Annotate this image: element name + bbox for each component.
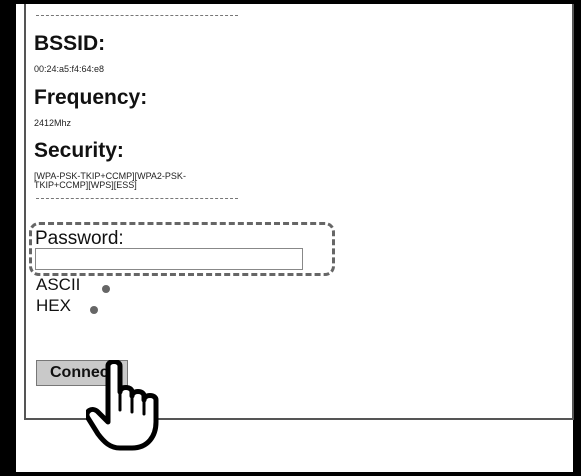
- hand-pointer-icon: [86, 360, 159, 451]
- frequency-heading: Frequency:: [34, 86, 148, 109]
- ascii-option-label: ASCII: [36, 275, 81, 294]
- hex-radio[interactable]: [90, 306, 98, 314]
- security-value-line2: TKIP+CCMP][WPS][ESS]: [34, 180, 137, 190]
- password-label: Password:: [35, 228, 124, 249]
- wifi-details-panel: [24, 4, 574, 420]
- ascii-radio[interactable]: [102, 285, 110, 293]
- bottom-divider: [36, 198, 238, 199]
- bssid-heading: BSSID:: [34, 32, 106, 55]
- frequency-value: 2412Mhz: [34, 118, 72, 128]
- bssid-value: 00:24:a5:f4:64:e8: [34, 64, 105, 74]
- security-heading: Security:: [34, 139, 124, 162]
- password-input[interactable]: [35, 248, 303, 270]
- hex-option-label: HEX: [36, 296, 71, 315]
- top-divider: [36, 15, 238, 16]
